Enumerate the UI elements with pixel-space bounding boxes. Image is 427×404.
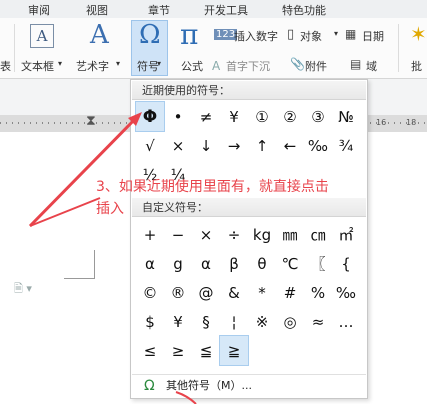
annotation-arrow-shaft <box>29 197 101 227</box>
annotation-line-2: 插入 <box>96 201 124 217</box>
annotation-line-1: 3、如果近期使用里面有，就直接点击 <box>96 179 329 195</box>
annotation-arrow-bottom <box>175 391 197 404</box>
annotation-text: 3、如果近期使用里面有，就直接点击 插入 <box>96 176 386 220</box>
